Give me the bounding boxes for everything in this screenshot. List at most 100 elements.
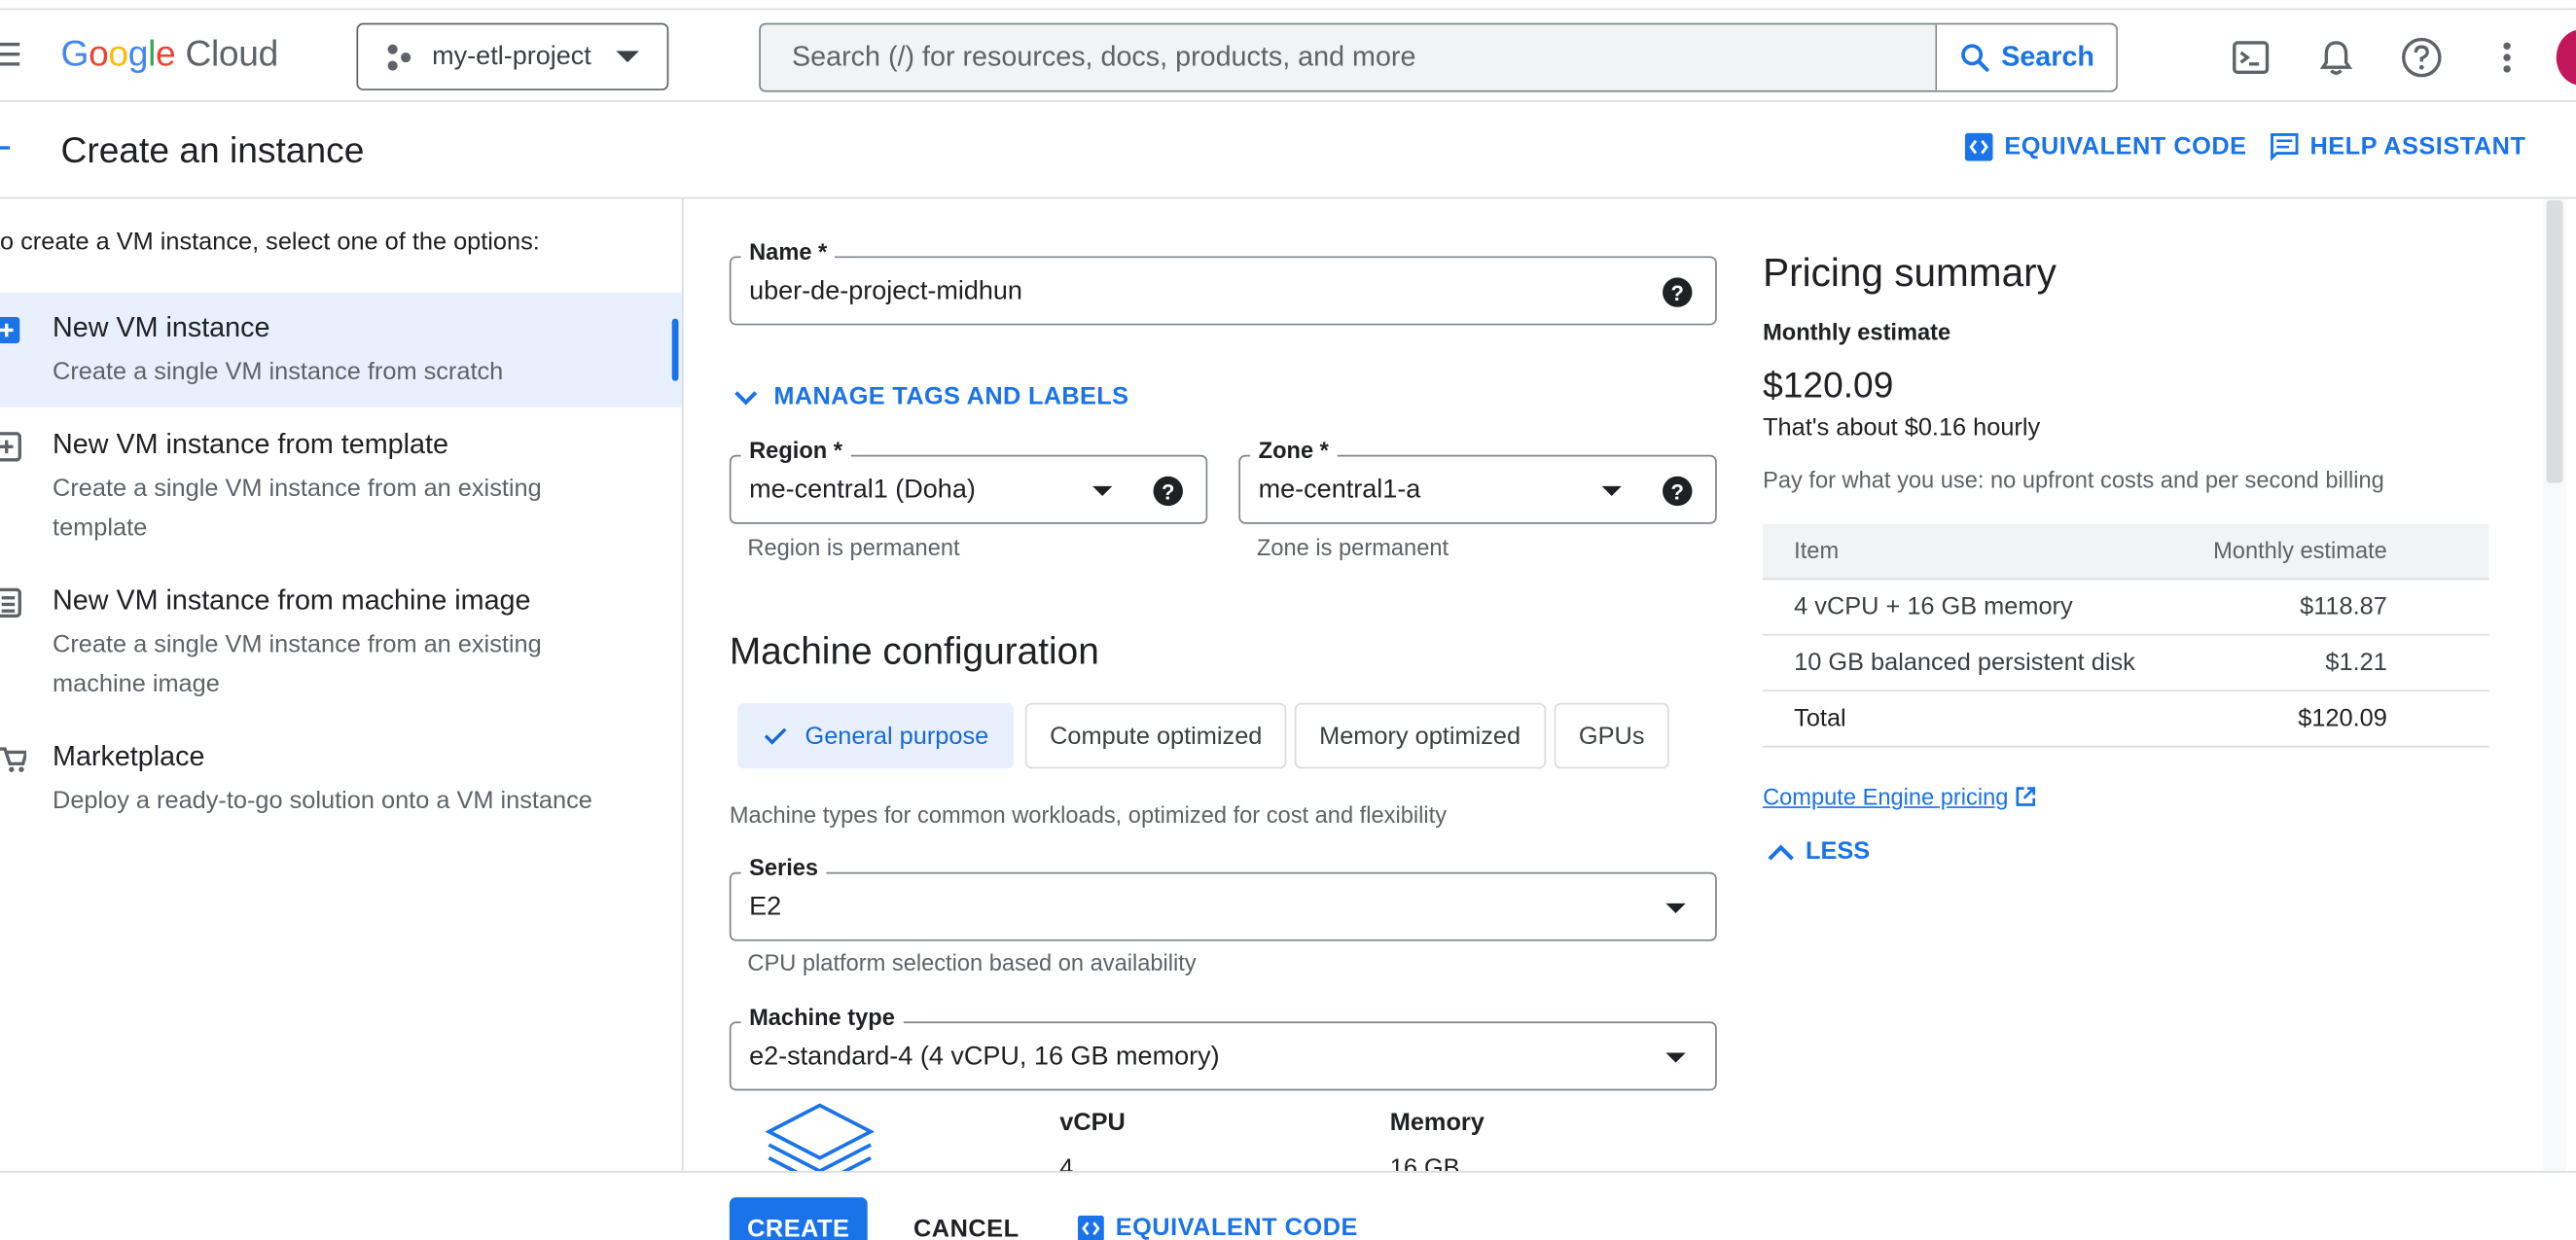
notifications-bell-icon[interactable]	[2315, 36, 2358, 79]
pricing-link-label: Compute Engine pricing	[1763, 783, 2009, 810]
create-button[interactable]: CREATE	[729, 1197, 868, 1240]
dropdown-arrow-icon	[1665, 903, 1686, 913]
project-selector[interactable]: my-etl-project	[356, 22, 669, 90]
project-icon	[384, 42, 413, 71]
page-title: Create an instance	[60, 129, 365, 171]
tab-gpus[interactable]: GPUs	[1554, 702, 1669, 769]
options-intro: o create a VM instance, select one of th…	[0, 228, 540, 257]
pricing-note: Pay for what you use: no upfront costs a…	[1763, 466, 2384, 493]
option-desc: Create a single VM instance from scratch	[53, 358, 504, 386]
help-icon[interactable]	[2400, 36, 2443, 79]
region-label: Region *	[740, 437, 851, 464]
tab-compute-optimized[interactable]: Compute optimized	[1024, 702, 1287, 769]
help-assistant-button[interactable]: HELP ASSISTANT	[2271, 133, 2526, 161]
series-select[interactable]: Series E2	[729, 854, 1717, 941]
google-cloud-logo[interactable]: Google Cloud	[60, 32, 279, 76]
tab-label: Memory optimized	[1319, 722, 1521, 750]
tab-label: Compute optimized	[1050, 722, 1263, 750]
row-item: Total	[1794, 704, 1846, 733]
row-cost: $120.09	[2298, 704, 2387, 733]
search-button[interactable]: Search	[1935, 24, 2117, 90]
table-row: 10 GB balanced persistent disk $1.21	[1763, 636, 2489, 691]
selected-indicator	[671, 318, 679, 381]
chevron-down-icon	[734, 390, 758, 405]
monthly-estimate-label: Monthly estimate	[1763, 318, 1951, 345]
option-new-vm[interactable]: New VM instance Create a single VM insta…	[0, 292, 682, 407]
name-field[interactable]: Name * uber-de-project-midhun ?	[729, 237, 1717, 326]
tab-memory-optimized[interactable]: Memory optimized	[1294, 702, 1546, 769]
zone-select[interactable]: Zone * me-central1-a ?	[1238, 437, 1717, 524]
cloud-shell-icon[interactable]	[2230, 36, 2272, 79]
machine-type-value: e2-standard-4 (4 vCPU, 16 GB memory)	[749, 1043, 1220, 1072]
tab-label: General purpose	[805, 722, 989, 750]
option-marketplace[interactable]: Marketplace Deploy a ready-to-go solutio…	[0, 721, 682, 835]
search-icon	[1961, 44, 1989, 72]
search-bar: Search	[759, 22, 2118, 92]
option-desc: Deploy a ready-to-go solution onto a VM …	[53, 786, 592, 815]
name-label: Name *	[740, 237, 836, 265]
region-select[interactable]: Region * me-central1 (Doha) ?	[729, 437, 1208, 524]
search-button-label: Search	[2001, 41, 2094, 73]
logo-cloud-text: Cloud	[185, 32, 279, 74]
column-header: Item	[1794, 537, 1840, 564]
compute-engine-pricing-link[interactable]: Compute Engine pricing	[1763, 784, 2038, 810]
manage-tags-button[interactable]: MANAGE TAGS AND LABELS	[733, 382, 1128, 410]
tab-label: GPUs	[1578, 722, 1645, 750]
name-value[interactable]: uber-de-project-midhun	[749, 277, 1022, 306]
region-value: me-central1 (Doha)	[749, 476, 976, 505]
series-value: E2	[749, 893, 782, 922]
more-vert-icon[interactable]	[2486, 36, 2528, 79]
search-input[interactable]	[760, 24, 1936, 90]
dropdown-arrow-icon	[1665, 1052, 1686, 1063]
machine-family-description: Machine types for common workloads, opti…	[729, 801, 1448, 829]
machine-image-icon	[0, 587, 21, 618]
option-desc: Create a single VM instance from an exis…	[53, 475, 542, 543]
equivalent-code-button[interactable]: EQUIVALENT CODE	[1964, 132, 2247, 161]
help-icon[interactable]: ?	[1153, 476, 1183, 507]
code-icon	[1077, 1214, 1104, 1240]
template-icon	[0, 432, 21, 462]
scrollbar-thumb[interactable]	[2546, 200, 2563, 483]
tab-general-purpose[interactable]: General purpose	[737, 702, 1014, 769]
pricing-title: Pricing summary	[1763, 251, 2057, 296]
zone-label: Zone *	[1250, 437, 1338, 464]
monthly-estimate-amount: $120.09	[1763, 364, 1894, 407]
zone-hint: Zone is permanent	[1256, 533, 1449, 560]
help-icon[interactable]: ?	[1663, 476, 1693, 507]
table-row: 4 vCPU + 16 GB memory $118.87	[1763, 580, 2489, 636]
add-box-icon	[0, 316, 20, 343]
creation-options-panel: o create a VM instance, select one of th…	[0, 198, 684, 1240]
pricing-table: Item Monthly estimate 4 vCPU + 16 GB mem…	[1763, 523, 2489, 748]
menu-icon[interactable]	[0, 42, 20, 69]
option-title: New VM instance	[53, 311, 270, 343]
option-title: Marketplace	[53, 740, 205, 772]
avatar[interactable]	[2556, 29, 2576, 86]
series-hint: CPU platform selection based on availabi…	[747, 949, 1197, 976]
chevron-up-icon	[1768, 843, 1794, 860]
chat-icon	[2271, 132, 2299, 161]
option-from-machine-image[interactable]: New VM instance from machine image Creat…	[0, 565, 682, 713]
zone-value: me-central1-a	[1258, 476, 1421, 505]
app-root: Google Cloud my-etl-project Search (/) f…	[0, 0, 2576, 1240]
back-arrow-icon[interactable]	[0, 146, 11, 150]
cancel-button[interactable]: CANCEL	[913, 1216, 1020, 1240]
table-header-row: Item Monthly estimate	[1763, 523, 2489, 581]
check-icon	[764, 727, 787, 745]
vcpu-header: vCPU	[1059, 1108, 1126, 1137]
help-icon[interactable]: ?	[1663, 277, 1693, 307]
instance-form: Name * uber-de-project-midhun ? MANAGE T…	[684, 198, 1735, 1184]
machine-type-select[interactable]: Machine type e2-standard-4 (4 vCPU, 16 G…	[729, 1003, 1717, 1091]
less-button[interactable]: LESS	[1766, 837, 1870, 866]
code-icon	[1964, 132, 1993, 161]
manage-tags-label: MANAGE TAGS AND LABELS	[773, 382, 1129, 411]
row-item: 10 GB balanced persistent disk	[1794, 649, 2135, 677]
option-from-template[interactable]: New VM instance from template Create a s…	[0, 409, 682, 557]
equivalent-code-bottom-button[interactable]: EQUIVALENT CODE	[1077, 1214, 1358, 1240]
open-in-new-icon	[2017, 787, 2036, 806]
dropdown-arrow-icon	[1601, 485, 1622, 497]
page-header: Create an instance EQUIVALENT CODE HELP …	[0, 102, 2576, 199]
row-item: 4 vCPU + 16 GB memory	[1794, 592, 2073, 621]
option-desc: Create a single VM instance from an exis…	[53, 630, 542, 698]
machine-type-label: Machine type	[740, 1003, 904, 1030]
series-label: Series	[740, 854, 827, 881]
